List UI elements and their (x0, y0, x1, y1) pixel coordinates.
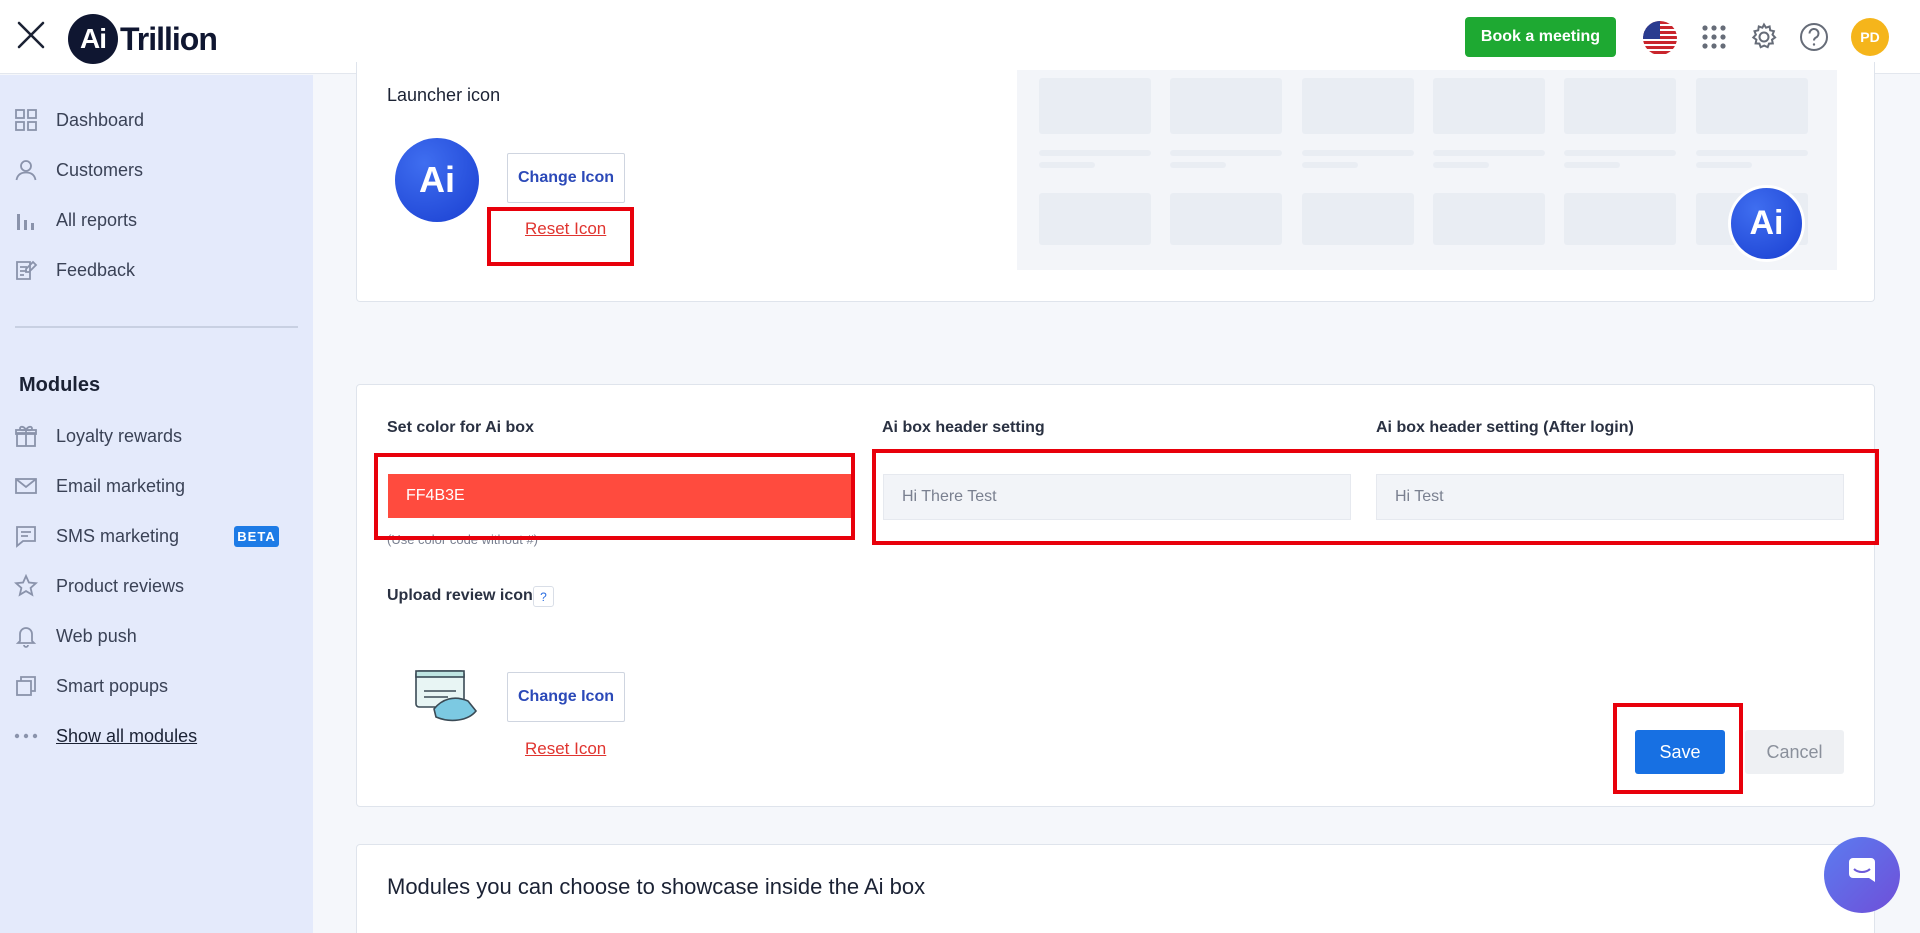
highlight-box (374, 453, 855, 540)
logo-mark: Ai (68, 14, 118, 64)
preview-placeholder (1039, 78, 1151, 134)
preview-launcher-ai-icon: Ai (1728, 185, 1805, 262)
cancel-button[interactable]: Cancel (1745, 730, 1844, 774)
chat-launcher-button[interactable] (1824, 837, 1900, 913)
modules-title: Modules (19, 374, 101, 396)
preview-placeholder (1564, 193, 1676, 245)
chat-icon (14, 524, 38, 548)
header-after-login-label: Ai box header setting (After login) (1376, 419, 1634, 436)
launcher-change-icon-button[interactable]: Change Icon (507, 153, 625, 203)
preview-placeholder (1170, 150, 1282, 156)
preview-placeholder (1039, 193, 1151, 245)
gear-icon[interactable] (1747, 20, 1781, 54)
more-icon (14, 724, 38, 748)
sidebar-item-all-reports[interactable]: All reports (0, 200, 313, 240)
dashboard-icon (14, 108, 38, 132)
feedback-icon (14, 258, 38, 282)
sidebar-item-sms-marketing[interactable]: SMS marketing BETA (0, 516, 313, 556)
user-icon (14, 158, 38, 182)
highlight-box (487, 207, 634, 266)
highlight-box (1613, 703, 1743, 794)
star-icon (14, 574, 38, 598)
mail-icon (14, 474, 38, 498)
launcher-ai-icon: Ai (395, 138, 479, 222)
preview-placeholder (1170, 193, 1282, 245)
preview-placeholder (1170, 162, 1226, 168)
sidebar-item-customers[interactable]: Customers (0, 150, 313, 190)
highlight-box (872, 449, 1879, 545)
preview-placeholder (1302, 162, 1358, 168)
preview-placeholder (1433, 193, 1545, 245)
preview-placeholder (1564, 162, 1620, 168)
sidebar-divider (15, 326, 298, 328)
sidebar-item-smart-popups[interactable]: Smart popups (0, 666, 313, 706)
preview-placeholder (1433, 150, 1545, 156)
book-meeting-button[interactable]: Book a meeting (1465, 17, 1616, 57)
preview-placeholder (1433, 78, 1545, 134)
upload-review-icon-label: Upload review icon (387, 587, 533, 604)
sidebar-item-label: Email marketing (56, 475, 186, 496)
sidebar-item-label: Smart popups (56, 675, 169, 696)
popup-icon (14, 674, 38, 698)
preview-placeholder (1696, 150, 1808, 156)
sidebar: Dashboard Customers All reports Feedback… (0, 75, 313, 933)
logo[interactable]: Ai Trillion (68, 14, 218, 64)
preview-placeholder (1039, 162, 1095, 168)
preview-placeholder (1696, 162, 1752, 168)
preview-placeholder (1302, 150, 1414, 156)
sidebar-item-label: Customers (56, 159, 144, 180)
preview-placeholder (1433, 162, 1489, 168)
sidebar-item-label: SMS marketing (56, 525, 180, 546)
us-flag-icon[interactable] (1643, 21, 1677, 55)
preview-placeholder (1696, 78, 1808, 134)
gift-icon (14, 424, 38, 448)
launcher-preview (1017, 70, 1837, 270)
header-setting-label: Ai box header setting (882, 419, 1045, 436)
sidebar-item-email-marketing[interactable]: Email marketing (0, 466, 313, 506)
sidebar-item-label: Feedback (56, 259, 136, 280)
preview-placeholder (1039, 150, 1151, 156)
preview-placeholder (1302, 193, 1414, 245)
sidebar-item-dashboard[interactable]: Dashboard (0, 100, 313, 140)
show-all-modules-link[interactable]: Show all modules (56, 726, 197, 747)
preview-placeholder (1302, 78, 1414, 134)
modules-showcase-title: Modules you can choose to showcase insid… (387, 874, 926, 899)
help-icon[interactable]: ? (533, 586, 554, 607)
review-reset-icon-link[interactable]: Reset Icon (525, 739, 606, 759)
preview-placeholder (1564, 150, 1676, 156)
logo-text: Trillion (120, 20, 218, 57)
close-icon[interactable] (14, 18, 48, 52)
sidebar-item-label: Product reviews (56, 575, 185, 596)
sidebar-item-web-push[interactable]: Web push (0, 616, 313, 656)
preview-placeholder (1564, 78, 1676, 134)
review-change-icon-button[interactable]: Change Icon (507, 672, 625, 722)
sidebar-item-label: Dashboard (56, 109, 145, 130)
sidebar-item-label: Loyalty rewards (56, 425, 183, 446)
color-label: Set color for Ai box (387, 419, 534, 436)
sidebar-item-show-all-modules[interactable]: Show all modules (0, 716, 313, 756)
sidebar-item-label: Web push (56, 625, 137, 646)
chat-icon (1843, 854, 1881, 897)
avatar[interactable]: PD (1851, 18, 1889, 56)
launcher-title: Launcher icon (387, 85, 501, 105)
sidebar-item-loyalty-rewards[interactable]: Loyalty rewards (0, 416, 313, 456)
apps-grid-icon[interactable] (1697, 20, 1731, 54)
help-icon[interactable] (1797, 20, 1831, 54)
bar-chart-icon (14, 208, 38, 232)
sidebar-item-product-reviews[interactable]: Product reviews (0, 566, 313, 606)
review-icon-image (412, 665, 482, 725)
bell-icon (14, 624, 38, 648)
sidebar-item-feedback[interactable]: Feedback (0, 250, 313, 290)
beta-badge: BETA (234, 525, 279, 547)
sidebar-item-label: All reports (56, 209, 138, 230)
preview-placeholder (1170, 78, 1282, 134)
